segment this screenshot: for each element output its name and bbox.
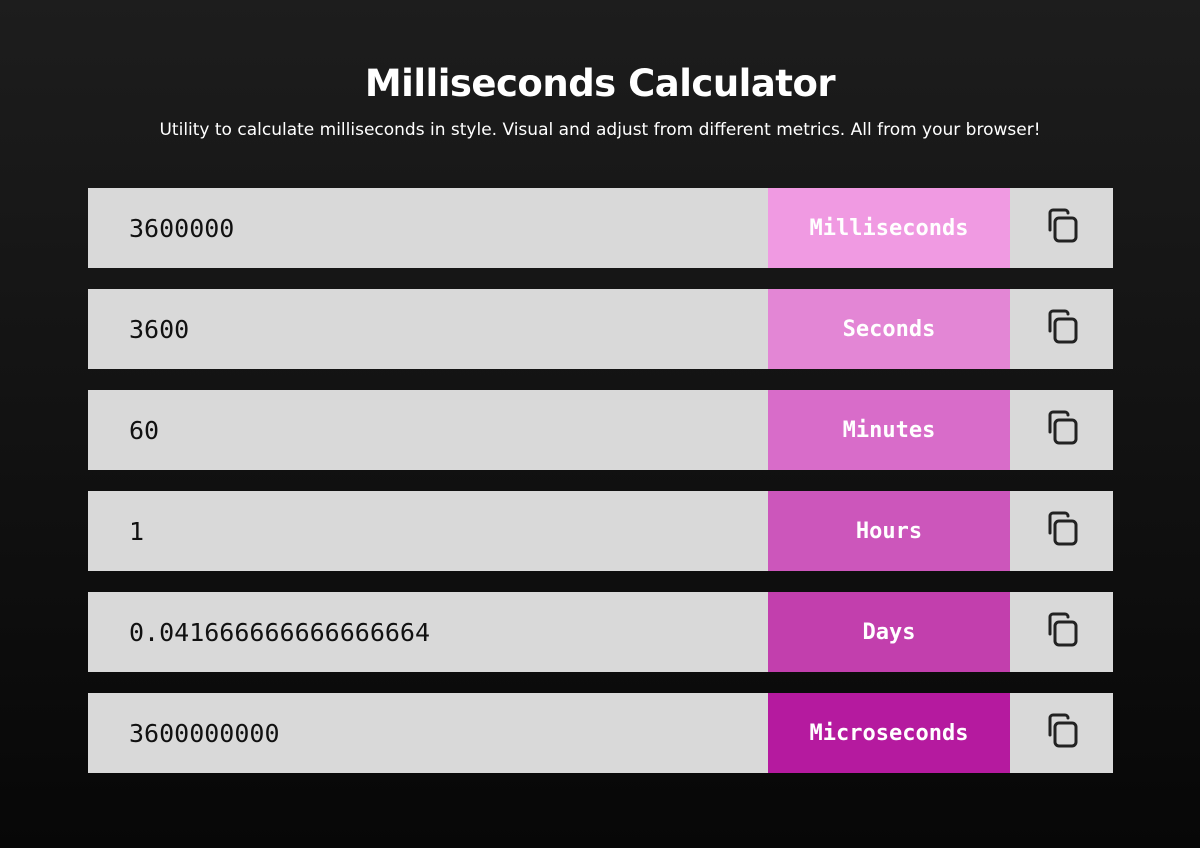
page-title: Milliseconds Calculator xyxy=(364,62,836,105)
copy-icon xyxy=(1042,307,1082,352)
row-microseconds: Microseconds xyxy=(88,693,1113,773)
copy-icon xyxy=(1042,408,1082,453)
days-input[interactable] xyxy=(88,592,768,672)
copy-microseconds-button[interactable] xyxy=(1010,693,1113,773)
copy-days-button[interactable] xyxy=(1010,592,1113,672)
unit-label-seconds: Seconds xyxy=(768,289,1010,369)
unit-label-days: Days xyxy=(768,592,1010,672)
copy-hours-button[interactable] xyxy=(1010,491,1113,571)
row-minutes: Minutes xyxy=(88,390,1113,470)
seconds-input[interactable] xyxy=(88,289,768,369)
milliseconds-input[interactable] xyxy=(88,188,768,268)
minutes-input[interactable] xyxy=(88,390,768,470)
row-milliseconds: Milliseconds xyxy=(88,188,1113,268)
copy-seconds-button[interactable] xyxy=(1010,289,1113,369)
row-hours: Hours xyxy=(88,491,1113,571)
unit-label-milliseconds: Milliseconds xyxy=(768,188,1010,268)
page-subtitle: Utility to calculate milliseconds in sty… xyxy=(159,120,1041,140)
copy-icon xyxy=(1042,711,1082,756)
unit-label-microseconds: Microseconds xyxy=(768,693,1010,773)
row-seconds: Seconds xyxy=(88,289,1113,369)
copy-minutes-button[interactable] xyxy=(1010,390,1113,470)
copy-icon xyxy=(1042,206,1082,251)
microseconds-input[interactable] xyxy=(88,693,768,773)
row-days: Days xyxy=(88,592,1113,672)
hours-input[interactable] xyxy=(88,491,768,571)
copy-icon xyxy=(1042,509,1082,554)
unit-label-minutes: Minutes xyxy=(768,390,1010,470)
copy-icon xyxy=(1042,610,1082,655)
copy-milliseconds-button[interactable] xyxy=(1010,188,1113,268)
converter-rows: Milliseconds Seconds Minutes Hours Days xyxy=(88,188,1113,794)
unit-label-hours: Hours xyxy=(768,491,1010,571)
